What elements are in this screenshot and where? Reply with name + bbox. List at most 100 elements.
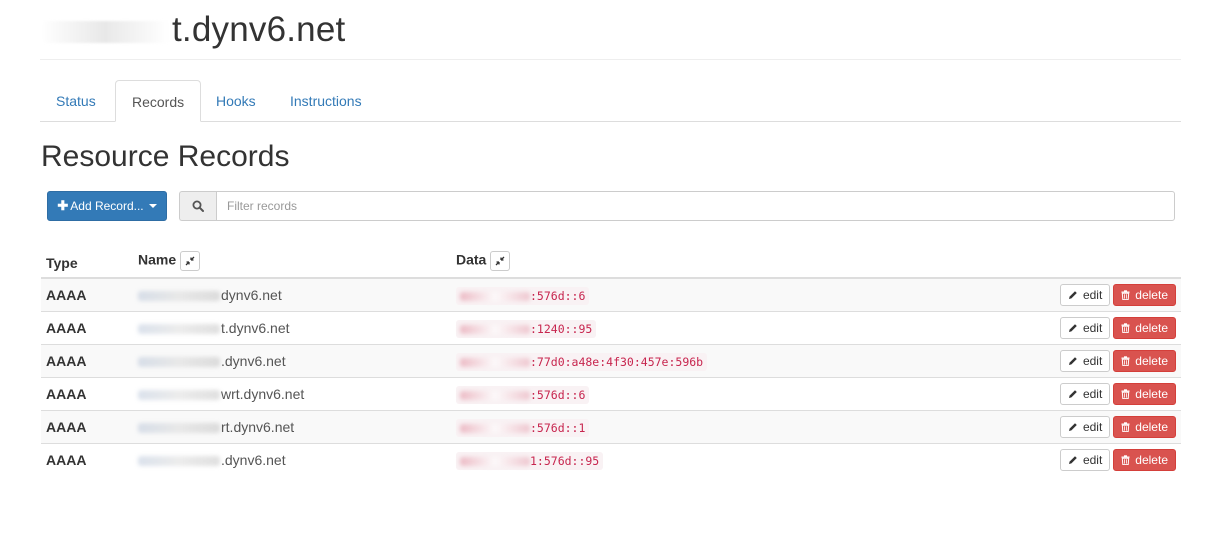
edit-label: edit [1082, 387, 1103, 401]
site-title: t.dynv6.net [42, 10, 345, 50]
record-actions: edit delete [943, 311, 1181, 345]
tab-hooks[interactable]: Hooks [200, 80, 272, 120]
edit-button[interactable]: edit [1059, 284, 1111, 306]
header-divider [40, 59, 1181, 60]
redacted-text [460, 391, 530, 400]
table-row: AAAA rt.dynv6.net :576d::1 edit delete [41, 410, 1181, 444]
delete-button[interactable]: delete [1113, 284, 1176, 306]
record-data-text: :576d::6 [530, 289, 586, 303]
delete-button[interactable]: delete [1113, 416, 1176, 438]
record-name: .dynv6.net [133, 344, 451, 378]
trash-icon [1121, 356, 1130, 366]
compress-icon[interactable] [490, 251, 511, 271]
record-data-text: 1:576d::95 [530, 454, 600, 468]
tab-instructions[interactable]: Instructions [274, 80, 378, 120]
add-record-button[interactable]: ✚ Add Record... [47, 191, 167, 221]
record-type: AAAA [41, 344, 133, 378]
record-name-text: .dynv6.net [221, 353, 286, 369]
edit-button[interactable]: edit [1059, 383, 1111, 405]
record-name-text: t.dynv6.net [221, 320, 290, 336]
record-name-text: rt.dynv6.net [221, 419, 295, 435]
record-name: .dynv6.net [133, 443, 451, 476]
column-type-label: Type [46, 255, 78, 271]
record-data: :576d::6 [451, 277, 944, 312]
pencil-icon [1068, 323, 1078, 333]
filter-group [179, 191, 1175, 221]
edit-button[interactable]: edit [1059, 317, 1111, 339]
column-data-label: Data [456, 251, 487, 268]
record-type: AAAA [41, 410, 133, 444]
record-actions: edit delete [943, 410, 1181, 444]
pencil-icon [1068, 389, 1078, 399]
pencil-icon [1068, 356, 1078, 366]
delete-label: delete [1135, 453, 1168, 467]
record-actions: edit delete [943, 344, 1181, 378]
table-row: AAAA wrt.dynv6.net :576d::6 edit delete [41, 377, 1181, 411]
delete-button[interactable]: delete [1113, 449, 1176, 471]
column-header-name: Name [133, 238, 451, 279]
record-name-text: .dynv6.net [221, 452, 286, 468]
redacted-title-part [42, 20, 170, 43]
edit-button[interactable]: edit [1059, 350, 1111, 372]
redacted-text [460, 358, 530, 367]
redacted-text [460, 292, 530, 301]
record-data: :576d::1 [451, 410, 944, 444]
column-header-type: Type [41, 238, 133, 279]
trash-icon [1121, 323, 1130, 333]
trash-icon [1121, 422, 1130, 432]
record-data-text: :576d::6 [530, 388, 586, 402]
delete-label: delete [1135, 420, 1168, 434]
record-data: :77d0:a48e:4f30:457e:596b [451, 344, 944, 378]
record-type: AAAA [41, 443, 133, 476]
tab-records[interactable]: Records [115, 80, 202, 122]
add-record-label: Add Record... [70, 199, 144, 213]
table-row: AAAA dynv6.net :576d::6 edit delete [41, 277, 1181, 312]
record-type: AAAA [41, 311, 133, 345]
edit-button[interactable]: edit [1059, 416, 1111, 438]
tab-status[interactable]: Status [40, 80, 112, 120]
record-data: 1:576d::95 [451, 443, 944, 476]
record-data-text: :1240::95 [530, 322, 593, 336]
record-actions: edit delete [943, 277, 1181, 312]
edit-label: edit [1082, 354, 1103, 368]
pencil-icon [1068, 290, 1078, 300]
record-name: rt.dynv6.net [133, 410, 451, 444]
table-row: AAAA .dynv6.net :77d0:a48e:4f30:457e:596… [41, 344, 1181, 378]
column-header-data: Data [451, 238, 944, 279]
record-data-code: :1240::95 [456, 320, 597, 338]
trash-icon [1121, 290, 1130, 300]
table-row: AAAA t.dynv6.net :1240::95 edit delete [41, 311, 1181, 345]
compress-icon[interactable] [180, 251, 201, 271]
record-data: :576d::6 [451, 377, 944, 411]
site-title-text: t.dynv6.net [172, 10, 346, 49]
delete-button[interactable]: delete [1113, 383, 1176, 405]
delete-button[interactable]: delete [1113, 350, 1176, 372]
record-actions: edit delete [943, 443, 1181, 476]
edit-label: edit [1082, 321, 1103, 335]
record-data-code: :576d::1 [456, 419, 590, 437]
redacted-text [460, 424, 530, 433]
record-data-code: :576d::6 [456, 287, 590, 305]
redacted-text [138, 357, 220, 368]
caret-down-icon [148, 204, 157, 208]
column-header-actions [943, 238, 1181, 279]
records-table: Type Name Data AAAA dynv6.net :576d::6 e… [41, 238, 1181, 476]
record-data-text: :576d::1 [530, 421, 586, 435]
trash-icon [1121, 455, 1130, 465]
edit-label: edit [1082, 453, 1103, 467]
record-name: wrt.dynv6.net [133, 377, 451, 411]
page-title: Resource Records [41, 140, 290, 173]
delete-label: delete [1135, 321, 1168, 335]
redacted-text [460, 457, 530, 466]
record-actions: edit delete [943, 377, 1181, 411]
delete-button[interactable]: delete [1113, 317, 1176, 339]
record-data: :1240::95 [451, 311, 944, 345]
pencil-icon [1068, 455, 1078, 465]
filter-records-input[interactable] [216, 191, 1175, 221]
record-data-text: :77d0:a48e:4f30:457e:596b [530, 355, 704, 369]
edit-button[interactable]: edit [1059, 449, 1111, 471]
delete-label: delete [1135, 354, 1168, 368]
record-data-code: 1:576d::95 [456, 452, 604, 470]
redacted-text [460, 325, 530, 334]
tab-bar: Status Records Hooks Instructions [40, 80, 1181, 122]
